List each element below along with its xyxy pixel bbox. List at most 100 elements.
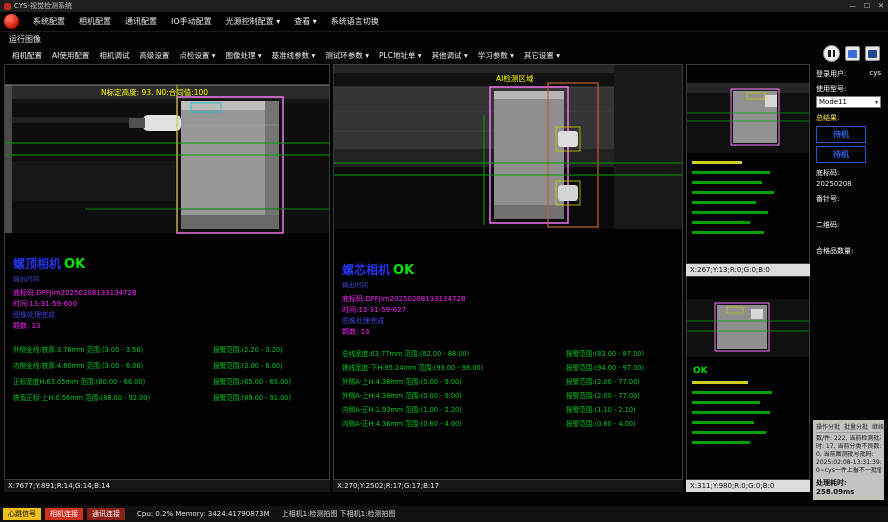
measure-value: 内侧A-正H:1.93mm 范围:(1.00 - 2.20) [342,404,566,414]
alarm-range: 报警范围:(3.00 - 6.00) [213,360,325,370]
batch-stat-line: 时: 17, 当前分类不良数: [816,443,881,451]
toolbar: 相机配置 AI使用配置 相机调试 高级设置 点检设置 ▾ 图像处理 ▾ 基准线参… [0,47,888,64]
alarm-range: 报警范围:(94.00 - 97.00) [566,362,678,372]
menu-system-config[interactable]: 系统配置 [26,14,72,29]
measure-value: 正标宽度H:63.05mm 范围:(80.00 - 66.00) [13,376,213,386]
measure-value: 铁线宽度-下H:95.24mm 范围:(93.00 - 98.00) [342,362,566,372]
menu-view[interactable]: 查看 ▾ [287,14,324,29]
right-readout: 螺芯相机 OK 输出时间 底标码:DFFJim2025020813313472B… [342,261,678,428]
model-label: 使用型号: [816,84,881,94]
process-elapsed-time: 处理耗时: 258.09ms [816,478,881,496]
tool-learn-params[interactable]: 学习参数 ▾ [473,49,519,62]
model-select[interactable]: Mode11 ▾ [816,96,881,108]
measure-value: 内侧A-正H:4.36mm 范围:(0.60 - 4.00) [342,418,566,428]
maximize-icon[interactable]: ☐ [864,2,870,10]
save-image-icon [868,50,877,58]
right-overlay-note: AI检测区域 [496,73,534,83]
login-user-label: 登录用户: [816,69,846,79]
preview-bottom-status: OK [693,366,709,376]
menu-light-control[interactable]: 光源控制配置 ▾ [219,14,288,29]
tool-other-debug[interactable]: 其他调试 ▾ [427,49,473,62]
batch-tab-continue[interactable]: 继续批次 [872,422,888,431]
app-icon [4,3,11,10]
menu-camera-config[interactable]: 相机配置 [72,14,118,29]
measure-value: 外侧A-上H:4.38mm 范围:(0.00 - 9.00) [342,390,566,400]
cpu-memory-status: Cpu: 0.2% Memory: 3424.41790873M [137,510,270,518]
needle-number-label: 番针号: [816,194,881,204]
close-icon[interactable]: ✕ [878,2,884,10]
batch-stat-line: 0~cys一件上报不一批值 [816,467,881,475]
tool-camera-debug[interactable]: 相机调试 [94,49,134,62]
tool-other-settings[interactable]: 其它设置 ▾ [519,49,565,62]
tab-run-image[interactable]: 运行图像 [9,34,41,45]
tool-camera-config[interactable]: 相机配置 [7,49,47,62]
right-subtitle: 输出时间 [342,279,678,289]
left-measurements: 外侧全线:铁厚:3.76mm 范围:(3.00 - 3.50) 报警范围:(2.… [13,344,325,402]
alarm-range: 报警范围:(65.00 - 65.00) [213,376,325,386]
preview-bottom-view[interactable]: OK [686,276,810,480]
preview-column: X:267;Y:13;R:0;G:0;B:0 OK [686,64,810,492]
window-title: CYS-视觉检测系统 [14,1,72,11]
toolbar-buttons [823,45,880,62]
batch-tab-bulk[interactable]: 批量分批 [844,422,868,431]
snapshot-button[interactable] [845,46,860,61]
right-camera-column: AI检测区域 螺芯相机 OK 输出时间 底标码:DFFJim2025020813… [333,64,683,492]
pause-icon [828,50,831,57]
status-bar: 心跳信号 相机连接 通讯连接 Cpu: 0.2% Memory: 3424.41… [0,506,888,522]
right-barcode: 底标码:DFFJim2025020813313472B [342,294,678,305]
tool-plc-address[interactable]: PLC地址单 ▾ [374,49,427,62]
menu-bar: 系统配置 相机配置 通讯配置 IO手动配置 光源控制配置 ▾ 查看 ▾ 系统语言… [0,12,888,32]
menu-language-switch[interactable]: 系统语言切换 [324,14,386,29]
result-status-box-2: 待机 [816,146,866,163]
left-time: 时间:13-31-59-600 [13,299,325,310]
alarm-range: 报警范围:(2.00 - 77.00) [566,376,678,386]
tool-spot-check[interactable]: 点检设置 ▾ [174,49,220,62]
left-camera-column: N标定高度: 93. N0:合同值:100 螺顶相机 OK 输出时间 底标码:D… [4,64,330,492]
login-user-value: cys [869,69,881,79]
left-camera-title: 螺顶相机 [13,255,61,272]
preview-top-view[interactable] [686,64,810,264]
batch-stat-line: 数/件: 222, 当前检测批次: [816,435,881,443]
tool-baseline-params[interactable]: 基准线参数 ▾ [267,49,321,62]
left-camera-view[interactable]: N标定高度: 93. N0:合同值:100 螺顶相机 OK 输出时间 底标码:D… [4,64,330,480]
needle-number-value [816,206,881,215]
right-sidebar: 登录用户: cys 使用型号: Mode11 ▾ 总结果: 待机 待机 底标码:… [813,64,884,492]
preview-top-image [687,65,809,264]
left-coord-readout: X:7677;Y:891;R:14;G:14;B:14 [4,480,330,492]
base-code-value: 20250208 [816,180,881,189]
pause-button[interactable] [823,45,840,62]
main-area: N标定高度: 93. N0:合同值:100 螺顶相机 OK 输出时间 底标码:D… [4,64,884,492]
right-camera-title: 螺芯相机 [342,261,390,278]
tool-ai-config[interactable]: AI使用配置 [47,49,94,62]
right-camera-status: OK [393,263,414,278]
batch-tab-operate[interactable]: 操作分批 [816,422,840,431]
menu-io-manual-config[interactable]: IO手动配置 [164,14,219,29]
right-measurements: 总线宽度:63.77mm 范围:(82.00 - 88.00) 报警范围:(83… [342,348,678,428]
alarm-range: 报警范围:(0.60 - 4.00) [566,418,678,428]
window-controls: — ☐ ✕ [849,2,884,10]
preview-bottom-coord-readout: X:311;Y:980;R:0;G:0;B:0 [686,480,810,492]
base-code-label: 底标码: [816,168,881,178]
right-time: 时间:13-31-59-627 [342,305,678,316]
right-camera-view[interactable]: AI检测区域 螺芯相机 OK 输出时间 底标码:DFFJim2025020813… [333,64,683,480]
tool-testring-params[interactable]: 测试环参数 ▾ [320,49,374,62]
batch-stat-line: 0, 当前图测批号批码: [816,451,881,459]
measure-value: 铁宽正标-上H:0.56mm 范围:(88.00 - 92.00) [13,392,213,402]
result-status-box-1: 待机 [816,126,866,143]
left-count: 颗数: 13 [13,321,325,332]
alarm-range: 报警范围:(2.00 - 77.00) [566,390,678,400]
model-select-value: Mode11 [819,98,847,106]
minimize-icon[interactable]: — [849,2,856,10]
right-process-status: 图像处理完成 [342,316,678,327]
pass-count-value [816,258,881,267]
image-save-button[interactable] [865,46,880,61]
tool-advanced-settings[interactable]: 高级设置 [134,49,174,62]
part-body [181,101,279,229]
menu-comm-config[interactable]: 通讯配置 [118,14,164,29]
preview-top-coord-readout: X:267;Y:13;R:0;G:0;B:0 [686,264,810,276]
pass-count-label: 合格品数量: [816,246,881,256]
heartbeat-status-badge: 心跳信号 [3,508,41,520]
tool-image-process[interactable]: 图像处理 ▾ [221,49,267,62]
left-process-status: 图像处理完成 [13,310,325,321]
measure-value: 总线宽度:63.77mm 范围:(82.00 - 88.00) [342,348,566,358]
